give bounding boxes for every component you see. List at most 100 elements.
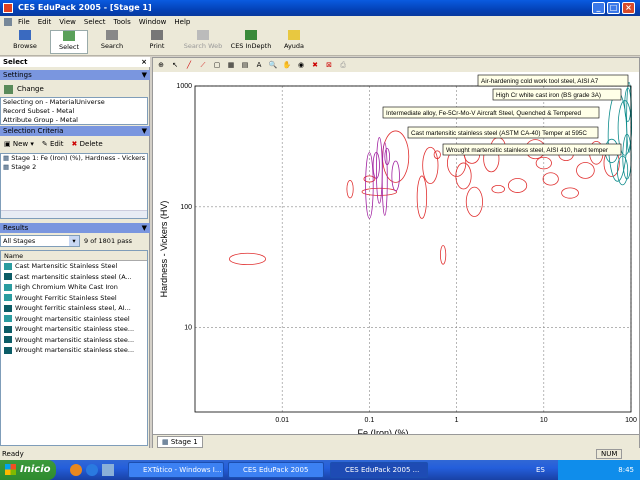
menu-file[interactable]: File bbox=[14, 18, 34, 26]
y-tick-label: 1000 bbox=[176, 83, 192, 90]
grid-icon[interactable]: ▦ bbox=[225, 60, 237, 70]
horizontal-scrollbar[interactable] bbox=[1, 210, 147, 218]
show-desktop-icon[interactable] bbox=[102, 464, 114, 476]
criteria-header: Selection Criteria ▼ bbox=[0, 126, 150, 136]
firefox-icon[interactable] bbox=[70, 464, 82, 476]
new-button[interactable]: ▣ New ▾ bbox=[4, 140, 34, 148]
pane-title: Select bbox=[3, 58, 28, 66]
title-bar: CES EduPack 2005 - [Stage 1] _ □ × bbox=[0, 0, 640, 16]
select-button[interactable]: Select bbox=[50, 30, 88, 54]
gradient-line-icon[interactable]: ⟋ bbox=[197, 60, 209, 70]
x-tick-label: 100 bbox=[625, 417, 637, 424]
new-label: New bbox=[12, 140, 29, 148]
material-bubble bbox=[491, 184, 505, 194]
maximize-button[interactable]: □ bbox=[607, 2, 620, 14]
menu-tools[interactable]: Tools bbox=[110, 18, 135, 26]
result-item[interactable]: Wrought martensitic stainless stee... bbox=[1, 335, 147, 346]
result-item[interactable]: Wrought martensitic stainless stee... bbox=[1, 345, 147, 356]
result-item[interactable]: Wrought Ferritic Stainless Steel bbox=[1, 293, 147, 304]
help-icon bbox=[288, 30, 300, 40]
collapse-icon[interactable]: ▼ bbox=[142, 70, 147, 80]
print-chart-icon[interactable]: ⎙ bbox=[337, 60, 349, 70]
taskbar: Inicio EXTático - Windows I... CES EduPa… bbox=[0, 460, 640, 480]
language-indicator[interactable]: ES bbox=[536, 460, 545, 480]
result-item[interactable]: Wrought ferritic stainless steel, AI... bbox=[1, 303, 147, 314]
line-tool-icon[interactable]: ╱ bbox=[183, 60, 195, 70]
edit-button[interactable]: ✎ Edit bbox=[42, 140, 64, 148]
delete-button[interactable]: ✖ Delete bbox=[72, 140, 103, 148]
new-icon: ▣ bbox=[4, 140, 13, 148]
menu-select[interactable]: Select bbox=[80, 18, 110, 26]
settings-header: Settings ▼ bbox=[0, 70, 150, 80]
help-button[interactable]: Ayuda bbox=[280, 30, 308, 54]
stage-item[interactable]: ▦ Stage 2 bbox=[1, 163, 147, 172]
start-button[interactable]: Inicio bbox=[0, 460, 56, 480]
task-edupack-folder[interactable]: CES EduPack 2005 bbox=[228, 462, 324, 478]
task-explorer[interactable]: EXTático - Windows I... bbox=[128, 462, 224, 478]
menu-edit[interactable]: Edit bbox=[34, 18, 56, 26]
help-label: Ayuda bbox=[283, 42, 305, 50]
stage-filter-select[interactable]: All Stages ▾ bbox=[0, 235, 80, 247]
result-item[interactable]: High Chromium White Cast Iron bbox=[1, 282, 147, 293]
change-button[interactable]: Change bbox=[4, 83, 44, 95]
box-select-icon[interactable]: ▢ bbox=[211, 60, 223, 70]
result-item[interactable]: Wrought martensitic stainless steel bbox=[1, 314, 147, 325]
result-item[interactable]: Cast Martensitic Stainless Steel bbox=[1, 261, 147, 272]
minimize-button[interactable]: _ bbox=[592, 2, 605, 14]
eye-icon[interactable]: ◉ bbox=[295, 60, 307, 70]
task-label: EXTático - Windows I... bbox=[143, 466, 222, 474]
tab-stage-1[interactable]: ▦ Stage 1 bbox=[157, 436, 203, 448]
tab-label: Stage 1 bbox=[170, 438, 198, 446]
indepth-button[interactable]: CES InDepth bbox=[228, 30, 274, 54]
print-button[interactable]: Print bbox=[142, 30, 172, 54]
material-bubble bbox=[439, 245, 447, 265]
collapse-icon[interactable]: ▼ bbox=[142, 126, 147, 136]
chart-tab-bar: ▦ Stage 1 bbox=[153, 434, 639, 448]
menu-help[interactable]: Help bbox=[170, 18, 194, 26]
table-icon[interactable]: ▤ bbox=[239, 60, 251, 70]
ie-icon[interactable] bbox=[86, 464, 98, 476]
select-label: Select bbox=[58, 43, 80, 51]
magnifier-icon[interactable]: 🔍 bbox=[267, 60, 279, 70]
y-tick-label: 100 bbox=[180, 204, 192, 211]
window-title: CES EduPack 2005 - [Stage 1] bbox=[18, 3, 152, 12]
close-button[interactable]: × bbox=[622, 2, 635, 14]
close-icon[interactable]: × bbox=[141, 57, 147, 67]
search-web-button[interactable]: Search Web bbox=[182, 30, 224, 54]
result-label: Cast martensitic stainless steel (A... bbox=[15, 272, 132, 281]
annotation-label: Cast martensitic stainless steel (ASTM C… bbox=[411, 130, 587, 137]
x-tick-label: 0.01 bbox=[275, 417, 289, 424]
material-bubble bbox=[576, 162, 595, 179]
browse-label: Browse bbox=[13, 42, 37, 50]
task-label: CES EduPack 2005 bbox=[243, 466, 309, 474]
windows-logo-icon bbox=[5, 464, 16, 475]
stage-item[interactable]: ▦ Stage 1: Fe (Iron) (%), Hardness - Vic… bbox=[1, 154, 147, 163]
hand-icon[interactable]: ✋ bbox=[281, 60, 293, 70]
chart-tab-icon: ▦ bbox=[162, 438, 171, 446]
main-toolbar: Browse Select Search Print Search Web CE… bbox=[0, 28, 640, 56]
zoom-icon[interactable]: ⊕ bbox=[155, 60, 167, 70]
material-bubble bbox=[465, 186, 483, 217]
status-text: Ready bbox=[2, 450, 24, 458]
property-chart[interactable]: 0.01 0.1 1 10 100101001000Fe (Iron) (%)Hardn… bbox=[153, 72, 639, 434]
result-item[interactable]: Wrought martensitic stainless stee... bbox=[1, 324, 147, 335]
hide-icon[interactable]: ✖ bbox=[309, 60, 321, 70]
menu-window[interactable]: Window bbox=[135, 18, 171, 26]
collapse-icon[interactable]: ▼ bbox=[142, 223, 147, 233]
remove-labels-icon[interactable]: ⊠ bbox=[323, 60, 335, 70]
text-tool-icon[interactable]: A bbox=[253, 60, 265, 70]
criteria-title: Selection Criteria bbox=[3, 127, 64, 135]
browse-button[interactable]: Browse bbox=[6, 30, 44, 54]
search-button[interactable]: Search bbox=[94, 30, 130, 54]
result-item[interactable]: Cast martensitic stainless steel (A... bbox=[1, 272, 147, 283]
stage-label: Stage 2 bbox=[11, 163, 37, 171]
print-icon bbox=[151, 30, 163, 40]
pointer-icon[interactable]: ↖ bbox=[169, 60, 181, 70]
name-column-header[interactable]: Name bbox=[1, 251, 147, 261]
chevron-down-icon[interactable]: ▾ bbox=[69, 236, 79, 246]
task-edupack-app[interactable]: CES EduPack 2005 ... bbox=[330, 462, 428, 478]
settings-box: Selecting on - MaterialUniverse Record S… bbox=[0, 97, 148, 125]
print-label: Print bbox=[149, 42, 165, 50]
menu-view[interactable]: View bbox=[55, 18, 80, 26]
material-bubble bbox=[361, 187, 398, 196]
